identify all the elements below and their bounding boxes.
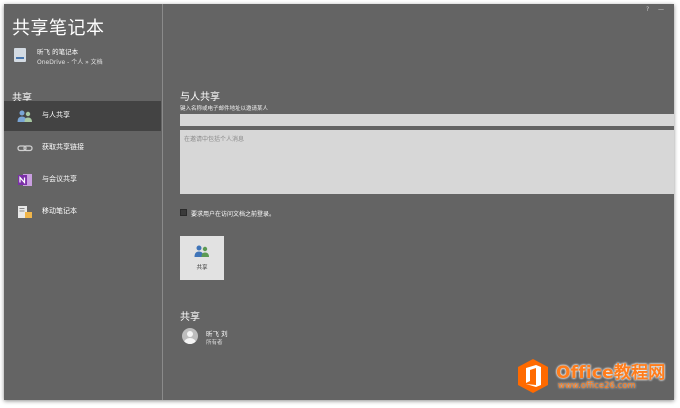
share-panel-title: 与人共享 — [180, 92, 220, 103]
link-icon — [17, 145, 33, 152]
sidebar-item-move-notebook[interactable]: 移动笔记本 — [4, 197, 161, 227]
sidebar-item-label: 与人共享 — [42, 111, 70, 119]
watermark-url: www.office26.com — [558, 381, 636, 391]
minimize-icon[interactable]: — — [658, 6, 664, 13]
page-title: 共享笔记本 — [12, 18, 105, 39]
invite-hint: 键入名称或电子邮件地址以邀请某人 — [180, 106, 269, 112]
shared-with-heading: 共享 — [180, 312, 200, 323]
sidebar-item-label: 与会议共享 — [42, 175, 77, 183]
watermark: Office教程网 www.office26.com — [516, 356, 676, 400]
people-icon — [194, 245, 209, 257]
notebook-icon — [14, 48, 26, 62]
share-button[interactable]: 共享 — [180, 236, 224, 280]
share-button-label: 共享 — [196, 265, 208, 271]
sidebar: 共享笔记本 昕飞 的笔记本 OneDrive - 个人 » 文档 共享 与人共享… — [4, 4, 163, 400]
sidebar-item-label: 移动笔记本 — [42, 207, 77, 215]
sidebar-item-share-with-meeting[interactable]: 与会议共享 — [4, 165, 161, 195]
watermark-text: Office教程网 — [556, 363, 666, 383]
invite-email-input[interactable] — [180, 114, 674, 126]
people-icon — [17, 110, 32, 122]
notebook-name: 昕飞 的笔记本 — [37, 48, 79, 56]
invite-message-input[interactable]: 在邀请中包括个人消息 — [180, 130, 674, 194]
shared-user-role: 所有者 — [206, 340, 223, 346]
move-notebook-icon — [18, 206, 32, 218]
notebook-path: OneDrive - 个人 » 文档 — [37, 59, 103, 66]
sidebar-item-label: 获取共享链接 — [42, 143, 84, 151]
onenote-icon — [18, 174, 32, 186]
avatar — [182, 328, 198, 344]
require-signin-checkbox[interactable] — [180, 209, 187, 216]
sidebar-item-share-with-people[interactable]: 与人共享 — [4, 101, 161, 131]
require-signin-label: 要求用户在访问文档之前登录。 — [191, 211, 276, 218]
share-notebook-window: ? — 共享笔记本 昕飞 的笔记本 OneDrive - 个人 » 文档 共享 … — [4, 4, 674, 400]
office-logo-icon — [518, 359, 548, 393]
sidebar-item-get-share-link[interactable]: 获取共享链接 — [4, 133, 161, 163]
shared-user-name: 昕飞 刘 — [206, 330, 228, 338]
help-icon[interactable]: ? — [646, 6, 649, 13]
